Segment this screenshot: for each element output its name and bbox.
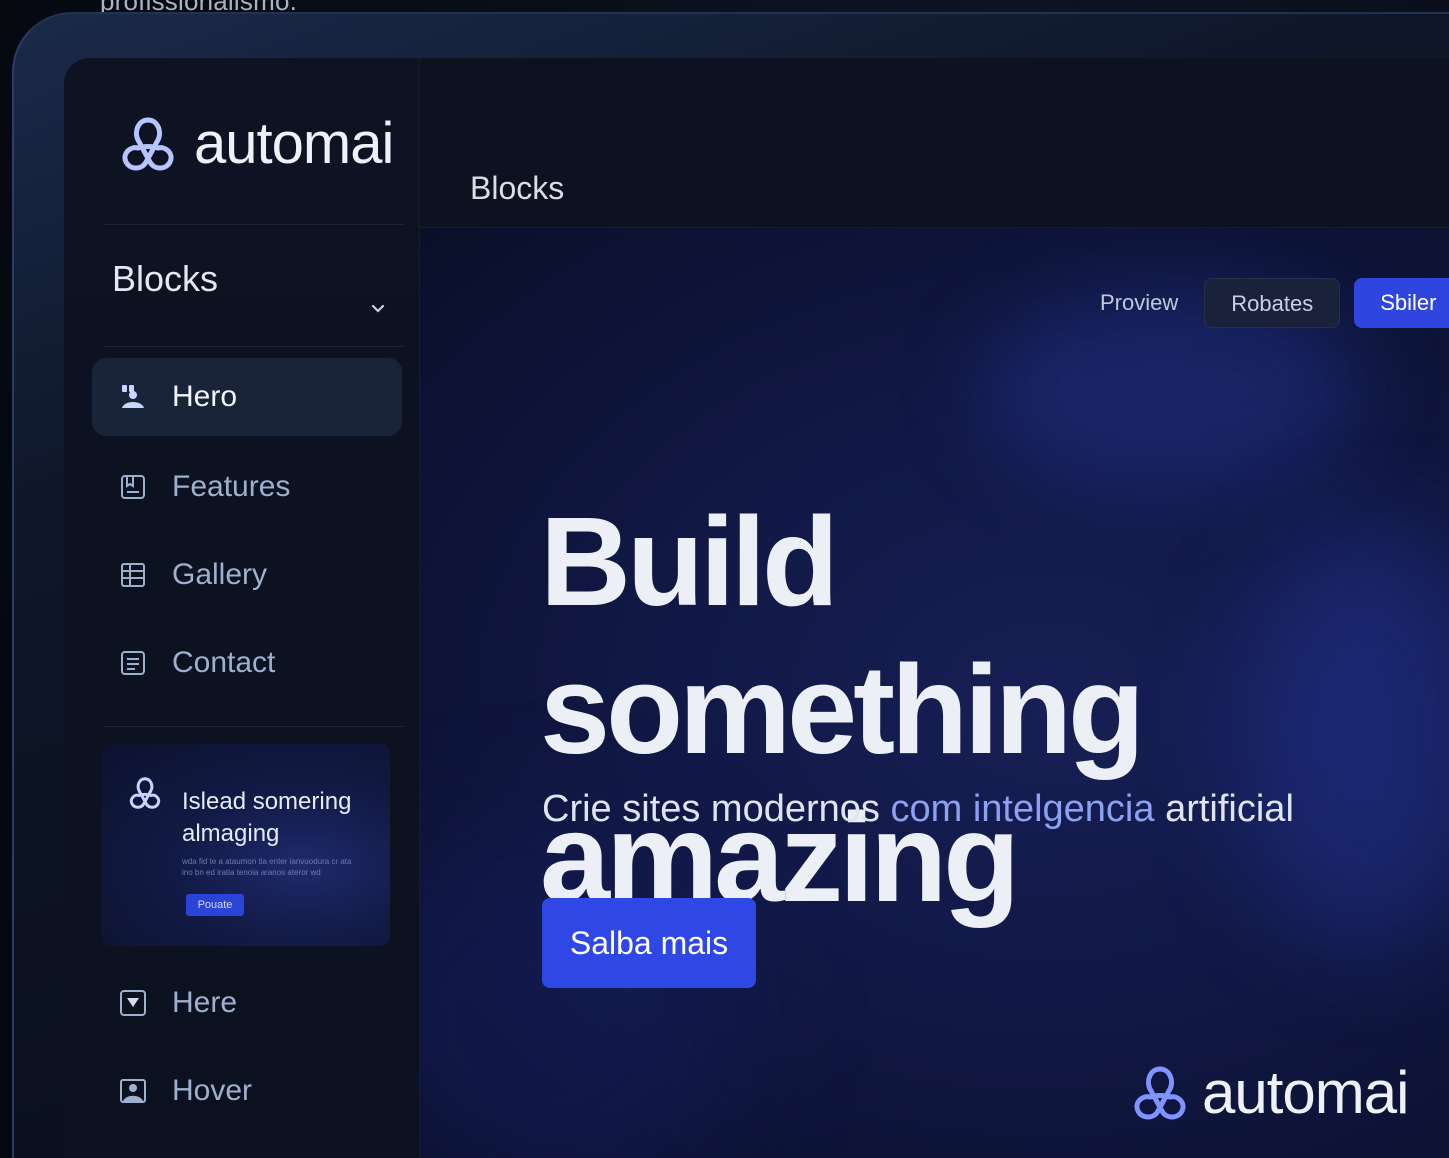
sidebar-item-here[interactable]: Here: [92, 964, 402, 1042]
templates-button[interactable]: Robates: [1204, 278, 1341, 328]
gallery-icon: [121, 563, 145, 587]
save-button[interactable]: Sbiler: [1354, 278, 1449, 328]
chevron-down-icon[interactable]: [370, 300, 386, 316]
stage: profissionalismo. automai Blocks Hero Fe…: [0, 0, 1449, 1158]
sidebar-item-contact[interactable]: Contact: [92, 624, 402, 702]
automai-logo-icon: [122, 117, 174, 170]
preview-button[interactable]: Proview: [1100, 290, 1178, 316]
divider: [104, 726, 404, 727]
sidebar-section-title[interactable]: Blocks: [112, 258, 218, 300]
sidebar-item-label: Gallery: [172, 558, 268, 591]
automai-logo-icon: [1134, 1066, 1186, 1119]
automai-logo-icon: [129, 777, 161, 809]
sidebar-item-label: Contact: [172, 646, 276, 679]
logo-text: automai: [194, 111, 394, 176]
preview-toolbar: Proview Robates Sbiler x: [1100, 278, 1449, 328]
sidebar-item-label: Hover: [172, 1074, 253, 1107]
thumbnail-button: Pouate: [186, 894, 244, 916]
page-title: Blocks: [470, 170, 565, 206]
filter-icon: [120, 990, 146, 1016]
image-icon: [120, 1079, 146, 1103]
hero-title-line: Build something: [540, 491, 1145, 780]
sidebar-item-label: Features: [172, 470, 291, 503]
brand-logo: automai: [1128, 1058, 1409, 1127]
hero-subtitle-accent: com intelgencia: [890, 788, 1155, 830]
features-icon: [121, 475, 145, 499]
hero-icon: [122, 385, 144, 408]
sidebar-item-label: Hero: [172, 380, 238, 413]
thumbnail-text: wda fid te a ataumon tia enter ianvuodur…: [182, 857, 352, 877]
sidebar: automai Blocks Hero Features Gallery Con…: [64, 58, 420, 1158]
contact-icon: [121, 651, 145, 675]
sidebar-logo[interactable]: automai: [116, 110, 394, 177]
sidebar-item-hero[interactable]: Hero: [92, 358, 402, 436]
hero-subtitle-text: Crie sites modernos: [542, 788, 891, 830]
main-area: Blocks Proview Robates Sbiler x Build so…: [420, 58, 1449, 1158]
thumbnail-title: Islead somering almaging: [182, 788, 352, 847]
brand-text: automai: [1202, 1059, 1409, 1126]
sidebar-item-label: Here: [172, 986, 238, 1019]
hero-subtitle-text: artificial: [1154, 788, 1294, 830]
main-header: Blocks: [420, 58, 1449, 228]
divider: [104, 224, 404, 225]
hero-subtitle: Crie sites modernos com intelgencia arti…: [542, 788, 1294, 831]
sidebar-item-hover[interactable]: Hover: [92, 1052, 402, 1130]
sidebar-item-features[interactable]: Features: [92, 448, 402, 526]
divider: [104, 346, 404, 347]
block-thumbnail[interactable]: Islead somering almaging wda fid te a at…: [102, 744, 390, 946]
sidebar-item-gallery[interactable]: Gallery: [92, 536, 402, 614]
app-screen: automai Blocks Hero Features Gallery Con…: [64, 58, 1449, 1158]
hero-title: Build something amazing: [540, 488, 1449, 932]
hero-cta-button[interactable]: Salba mais: [542, 898, 756, 988]
